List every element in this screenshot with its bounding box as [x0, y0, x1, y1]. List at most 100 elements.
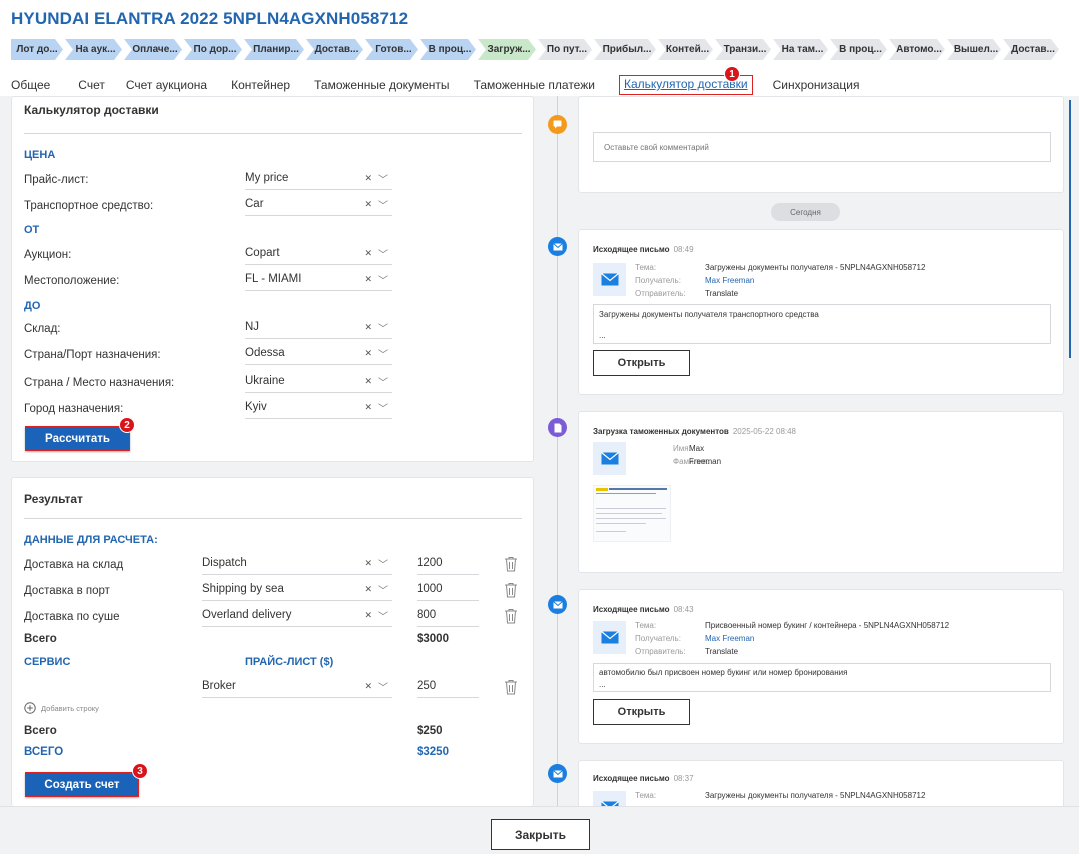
stage-step[interactable]: Прибыл...	[594, 39, 656, 60]
chevron-down-icon[interactable]: ﹀	[378, 400, 388, 415]
scrollbar[interactable]	[1069, 100, 1071, 358]
row-type-select[interactable]: Overland delivery ✕ ﹀	[202, 607, 392, 627]
clear-icon[interactable]: ✕	[364, 681, 372, 692]
date-separator: Сегодня	[771, 203, 840, 221]
service-total-label: Всего	[24, 725, 57, 737]
close-button[interactable]: Закрыть	[491, 819, 590, 850]
city-select[interactable]: Kyiv ✕ ﹀	[245, 399, 392, 419]
chevron-down-icon[interactable]: ﹀	[378, 679, 388, 694]
clear-icon[interactable]: ✕	[364, 402, 372, 413]
timeline-panel: Сегодня Исходящее письмо08:49 Тема: Загр…	[545, 96, 1079, 806]
field-key: Тема:	[635, 263, 657, 272]
stage-step[interactable]: Контей...	[658, 39, 713, 60]
chevron-down-icon[interactable]: ﹀	[378, 556, 388, 571]
auction-select[interactable]: Copart ✕ ﹀	[245, 245, 392, 265]
service-type-select[interactable]: Broker ✕ ﹀	[202, 678, 392, 698]
clear-icon[interactable]: ✕	[364, 322, 372, 333]
stage-step[interactable]: Достав...	[1003, 39, 1059, 60]
clear-icon[interactable]: ✕	[364, 376, 372, 387]
location-select[interactable]: FL - MIAMI ✕ ﹀	[245, 271, 392, 291]
result-title: Результат	[24, 492, 83, 506]
clear-icon[interactable]: ✕	[364, 199, 372, 210]
envelope-icon	[593, 791, 626, 806]
clear-icon[interactable]: ✕	[364, 558, 372, 569]
stage-step[interactable]: Загруж...	[478, 39, 536, 60]
event-header: Исходящее письмо 08:37	[593, 774, 694, 783]
divider	[24, 518, 522, 519]
stage-step[interactable]: На там...	[773, 39, 828, 60]
tab-3[interactable]: Счет аукциона	[126, 78, 207, 94]
recipient-link[interactable]: Max Freeman	[705, 276, 754, 285]
chevron-down-icon[interactable]: ﹀	[378, 374, 388, 389]
open-button[interactable]: Открыть	[593, 699, 690, 725]
trash-icon[interactable]	[504, 608, 518, 624]
field-value: Max	[689, 444, 705, 453]
stage-step[interactable]: В проц...	[420, 39, 476, 60]
stage-step[interactable]: На аук...	[65, 39, 122, 60]
service-amount-input[interactable]: 250	[417, 678, 479, 698]
tab-1[interactable]: Общее	[11, 78, 50, 94]
open-button[interactable]: Открыть	[593, 350, 690, 376]
row-amount-input[interactable]: 1200	[417, 555, 479, 575]
chevron-down-icon[interactable]: ﹀	[378, 608, 388, 623]
clear-icon[interactable]: ✕	[364, 173, 372, 184]
row-type-select[interactable]: Dispatch ✕ ﹀	[202, 555, 392, 575]
stage-step[interactable]: В проц...	[830, 39, 887, 60]
tab-5[interactable]: Таможенные документы	[314, 78, 449, 94]
step-badge-1: 1	[724, 66, 740, 82]
chevron-down-icon[interactable]: ﹀	[378, 171, 388, 186]
add-row-link[interactable]: Добавить строку	[24, 702, 99, 714]
chevron-down-icon[interactable]: ﹀	[378, 246, 388, 261]
stage-step[interactable]: Лот до...	[11, 39, 63, 60]
tab-4[interactable]: Контейнер	[231, 78, 290, 94]
trash-icon[interactable]	[504, 556, 518, 572]
warehouse-select[interactable]: NJ ✕ ﹀	[245, 319, 392, 339]
clear-icon[interactable]: ✕	[364, 274, 372, 285]
subtotal-label: Всего	[24, 633, 57, 645]
chevron-down-icon[interactable]: ﹀	[378, 272, 388, 287]
tab-2[interactable]: Счет	[78, 78, 105, 94]
row-type-select[interactable]: Shipping by sea ✕ ﹀	[202, 581, 392, 601]
clear-icon[interactable]: ✕	[364, 348, 372, 359]
trash-icon[interactable]	[504, 679, 518, 695]
country-select[interactable]: Ukraine ✕ ﹀	[245, 373, 392, 393]
vehicle-select[interactable]: Car ✕ ﹀	[245, 196, 392, 216]
stage-step[interactable]: Планир...	[244, 39, 304, 60]
clear-icon[interactable]: ✕	[364, 610, 372, 621]
trash-icon[interactable]	[504, 582, 518, 598]
stage-step[interactable]: Достав...	[306, 39, 363, 60]
location-label: Местоположение:	[24, 275, 120, 287]
chevron-down-icon[interactable]: ﹀	[378, 197, 388, 212]
stage-step[interactable]: Автомо...	[889, 39, 945, 60]
clear-icon[interactable]: ✕	[364, 248, 372, 259]
comment-input[interactable]	[593, 132, 1051, 162]
price-list-select[interactable]: My price ✕ ﹀	[245, 170, 392, 190]
event-header: Исходящее письмо 08:43	[593, 605, 694, 614]
chevron-down-icon[interactable]: ﹀	[378, 582, 388, 597]
stage-step[interactable]: Оплаче...	[124, 39, 182, 60]
left-panel: Калькулятор доставки ЦЕНА Прайс-лист: My…	[0, 96, 545, 806]
plus-circle-icon	[24, 702, 36, 714]
row-amount-input[interactable]: 1000	[417, 581, 479, 601]
port-select[interactable]: Odessa ✕ ﹀	[245, 345, 392, 365]
document-thumbnail[interactable]	[593, 485, 671, 542]
chevron-down-icon[interactable]: ﹀	[378, 320, 388, 335]
recipient-link[interactable]: Max Freeman	[705, 634, 754, 643]
clear-icon[interactable]: ✕	[364, 584, 372, 595]
email-icon	[548, 237, 567, 256]
tab-6[interactable]: Таможенные платежи	[474, 78, 595, 94]
stage-step[interactable]: По пут...	[538, 39, 592, 60]
chevron-down-icon[interactable]: ﹀	[378, 346, 388, 361]
message-preview: автомобилю был присвоен номер букинг или…	[593, 663, 1051, 692]
pricelist-heading: ПРАЙС-ЛИСТ ($)	[245, 656, 334, 668]
stage-step[interactable]: По дор...	[184, 39, 242, 60]
tab-8[interactable]: Синхронизация	[773, 78, 860, 94]
stage-step[interactable]: Вышел...	[947, 39, 1001, 60]
timeline-event: Исходящее письмо 08:43 Тема: Присвоенный …	[578, 589, 1064, 744]
stage-step[interactable]: Готов...	[365, 39, 418, 60]
create-invoice-button[interactable]: Создать счет	[25, 772, 139, 797]
stage-step[interactable]: Транзи...	[715, 39, 771, 60]
row-amount-input[interactable]: 800	[417, 607, 479, 627]
calculate-button[interactable]: Рассчитать	[25, 426, 130, 451]
field-key: Получатель:	[635, 276, 681, 285]
